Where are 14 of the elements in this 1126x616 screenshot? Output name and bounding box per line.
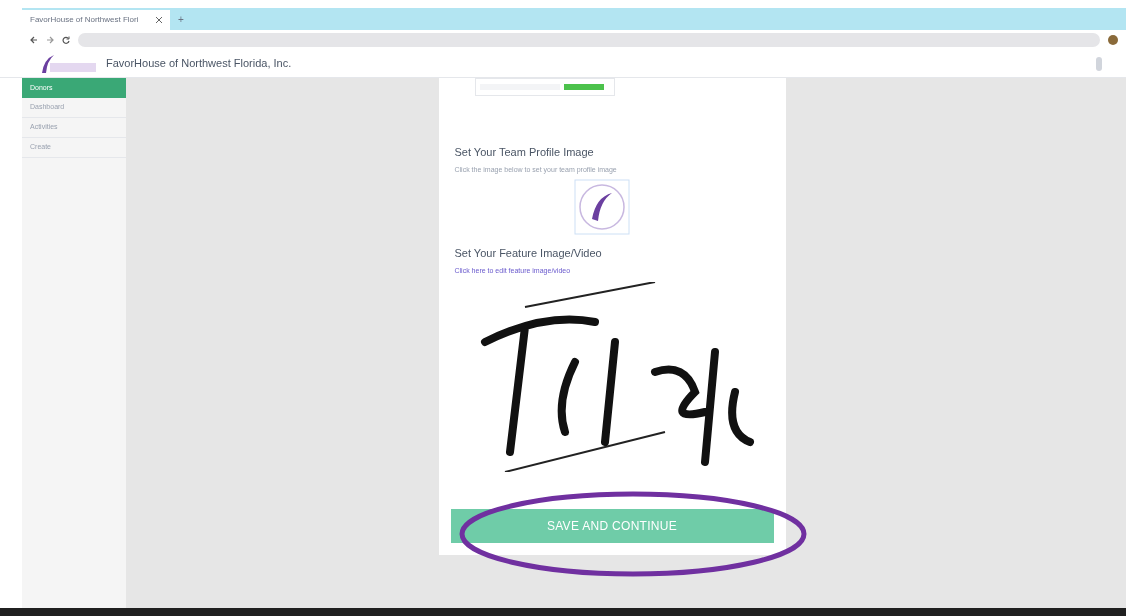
profile-avatar-icon[interactable] (1108, 35, 1118, 45)
browser-tab[interactable]: FavorHouse of Northwest Flori (22, 10, 170, 30)
tab-title: FavorHouse of Northwest Flori (30, 14, 139, 26)
section-title: Set Your Feature Image/Video (454, 246, 603, 261)
reload-icon[interactable] (62, 36, 70, 44)
forward-icon[interactable] (46, 36, 54, 44)
new-tab-button[interactable]: + (170, 11, 192, 27)
close-icon[interactable] (156, 17, 162, 23)
profile-image-drawing[interactable] (574, 179, 630, 235)
organization-name: FavorHouse of Northwest Florida, Inc. (106, 56, 292, 72)
address-field[interactable] (78, 33, 1100, 47)
save-and-continue-button[interactable]: SAVE AND CONTINUE (450, 509, 774, 543)
back-icon[interactable] (30, 36, 38, 44)
section-title: Set Your Team Profile Image (454, 145, 595, 160)
